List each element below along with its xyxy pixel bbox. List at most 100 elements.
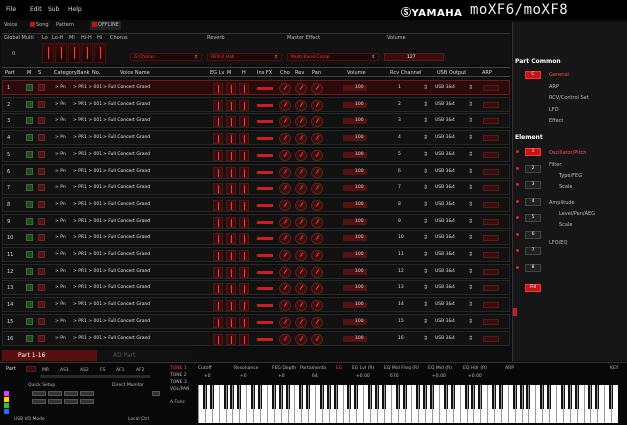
solo-toggle[interactable] xyxy=(38,234,45,242)
voice-name-select[interactable]: > Full Concert Grand xyxy=(103,302,150,307)
part-row[interactable]: 3 > Pn > PR1 > 001 > Full Concert Grand 100 3… xyxy=(2,113,510,129)
ins-fx-indicator[interactable] xyxy=(257,287,273,291)
mute-toggle[interactable] xyxy=(26,84,33,91)
reverb-send-dial[interactable] xyxy=(295,300,307,312)
ins-fx-indicator[interactable] xyxy=(257,203,273,207)
eq-h-knob[interactable] xyxy=(239,233,249,245)
usb-io-mode-label[interactable]: USB I/O Mode xyxy=(14,417,45,422)
chorus-send-dial[interactable] xyxy=(279,99,291,111)
eg-lv-knob[interactable] xyxy=(213,199,223,211)
category-select[interactable]: > Pn xyxy=(55,169,66,174)
element-button[interactable]: 1 xyxy=(525,148,541,156)
eq-m-knob[interactable] xyxy=(226,250,236,261)
pan-dial[interactable] xyxy=(311,233,323,245)
arp-toggle[interactable] xyxy=(483,118,499,125)
chevron-updown-icon[interactable]: ⇕ xyxy=(468,184,473,191)
arp-toggle[interactable] xyxy=(483,201,499,208)
part-row[interactable]: 16 > Pn > PR1 > 001 > Full Concert Grand 100… xyxy=(2,330,510,346)
solo-toggle[interactable] xyxy=(38,267,45,275)
eg-lv-knob[interactable] xyxy=(213,333,223,345)
rcv-channel-value[interactable]: 7 xyxy=(398,185,401,190)
menu-sub[interactable]: Sub xyxy=(48,6,59,13)
ins-fx-indicator[interactable] xyxy=(257,337,273,341)
arp-toggle[interactable] xyxy=(483,268,499,275)
reverb-send-dial[interactable] xyxy=(295,83,307,94)
rcv-channel-value[interactable]: 9 xyxy=(398,219,401,224)
bank-number-select[interactable]: > PR1 > 001 xyxy=(73,202,102,207)
part-row[interactable]: 7 > Pn > PR1 > 001 > Full Concert Grand 100 7… xyxy=(2,180,510,196)
part-row[interactable]: 10 > Pn > PR1 > 001 > Full Concert Grand 100… xyxy=(2,230,510,246)
tab-voice[interactable]: Voice xyxy=(2,21,19,30)
bank-number-select[interactable]: > PR1 > 001 xyxy=(73,235,102,240)
eg-lv-knob[interactable] xyxy=(213,283,223,295)
reverb-send-dial[interactable] xyxy=(295,199,307,211)
rcv-channel-value[interactable]: 4 xyxy=(398,135,401,140)
solo-toggle[interactable] xyxy=(38,334,45,342)
tone-1-button[interactable]: TONE 1 xyxy=(170,366,187,371)
arp-toggle[interactable] xyxy=(483,151,499,158)
chevron-updown-icon[interactable]: ⇕ xyxy=(468,284,473,291)
mute-toggle[interactable] xyxy=(26,117,33,125)
tab-song[interactable]: Song xyxy=(28,21,51,30)
eq-h-knob[interactable] xyxy=(239,133,249,145)
pan-dial[interactable] xyxy=(311,183,323,195)
category-select[interactable]: > Pn xyxy=(55,118,66,123)
solo-toggle[interactable] xyxy=(38,100,45,108)
nav-filter-scale[interactable]: Scale xyxy=(559,184,572,190)
eq-h-knob[interactable] xyxy=(239,199,249,211)
eg-lv-knob[interactable] xyxy=(213,183,223,195)
solo-toggle[interactable] xyxy=(38,150,45,158)
chorus-send-dial[interactable] xyxy=(279,333,291,345)
chevron-updown-icon[interactable]: ⇕ xyxy=(423,234,428,241)
mute-toggle[interactable] xyxy=(26,184,33,192)
usb-output-value[interactable]: USB 3&4 xyxy=(435,185,455,190)
bank-number-select[interactable]: > PR1 > 001 xyxy=(73,85,102,90)
eq-m-knob[interactable] xyxy=(226,283,236,295)
mute-toggle[interactable] xyxy=(26,301,33,309)
tone-3-button[interactable]: TONE 3 xyxy=(170,380,187,385)
category-select[interactable]: > Pn xyxy=(55,319,66,324)
chorus-send-dial[interactable] xyxy=(279,199,291,211)
chevron-updown-icon[interactable]: ⇕ xyxy=(423,335,428,342)
eg-lv-knob[interactable] xyxy=(213,250,223,261)
rcv-channel-value[interactable]: 8 xyxy=(398,202,401,207)
nav-general[interactable]: General xyxy=(549,72,569,78)
master-effect-select[interactable]: Multi Band Comp ⇕ xyxy=(287,53,379,61)
quick-setup-2-button[interactable] xyxy=(48,391,62,396)
pan-dial[interactable] xyxy=(311,199,323,211)
bank-number-select[interactable]: > PR1 > 001 xyxy=(73,336,102,341)
eg-lv-knob[interactable] xyxy=(213,216,223,228)
mute-toggle[interactable] xyxy=(26,317,33,325)
reverb-send-dial[interactable] xyxy=(295,183,307,195)
voice-name-select[interactable]: > Full Concert Grand xyxy=(103,169,150,174)
quick-setup-4-button[interactable] xyxy=(80,391,94,396)
rcv-channel-value[interactable]: 15 xyxy=(398,319,404,324)
solo-toggle[interactable] xyxy=(38,217,45,225)
eq-h-knob[interactable] xyxy=(239,99,249,111)
arp-toggle[interactable] xyxy=(483,302,499,309)
ins-fx-indicator[interactable] xyxy=(257,87,273,90)
eq-hi-knob[interactable] xyxy=(94,43,106,63)
usb-output-value[interactable]: USB 3&4 xyxy=(435,169,455,174)
voice-name-select[interactable]: > Full Concert Grand xyxy=(103,336,150,341)
arp-toggle[interactable] xyxy=(483,335,499,342)
pan-dial[interactable] xyxy=(311,333,323,345)
chevron-updown-icon[interactable]: ⇕ xyxy=(423,101,428,108)
arp-toggle[interactable] xyxy=(483,235,499,242)
voice-name-select[interactable]: > Full Concert Grand xyxy=(103,219,150,224)
solo-toggle[interactable] xyxy=(38,84,45,91)
local-ctrl-label[interactable]: Local Ctrl xyxy=(128,417,149,422)
ins-fx-indicator[interactable] xyxy=(257,320,273,324)
pan-dial[interactable] xyxy=(311,316,323,328)
chevron-updown-icon[interactable]: ⇕ xyxy=(468,301,473,308)
element-button[interactable]: 7 xyxy=(525,247,541,255)
usb-output-value[interactable]: USB 3&4 xyxy=(435,252,455,257)
pan-dial[interactable] xyxy=(311,250,323,261)
vol-pan-button[interactable]: VOL/PAN xyxy=(170,387,189,392)
tone-2-button[interactable]: TONE 2 xyxy=(170,373,187,378)
rcv-channel-value[interactable]: 10 xyxy=(398,235,404,240)
quick-setup-3-button[interactable] xyxy=(64,391,78,396)
ins-fx-indicator[interactable] xyxy=(257,103,273,107)
fill-button[interactable]: Fill xyxy=(525,284,541,292)
reverb-send-dial[interactable] xyxy=(295,250,307,261)
